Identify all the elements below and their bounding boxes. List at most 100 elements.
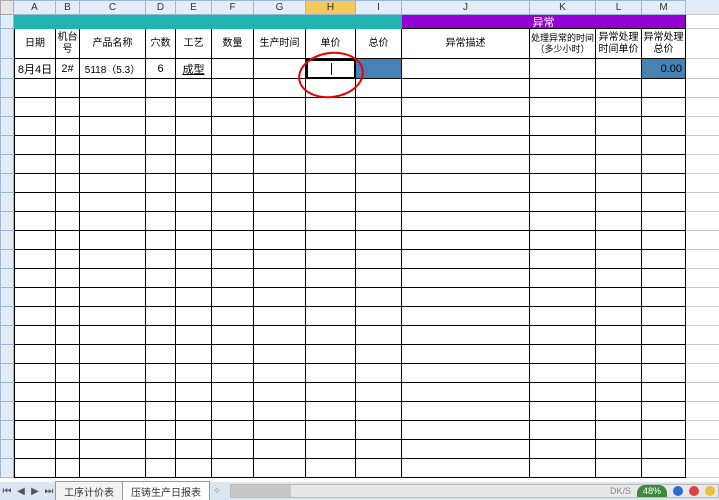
empty-cell[interactable] [146, 136, 176, 155]
empty-cell[interactable] [254, 459, 306, 478]
empty-cell[interactable] [254, 250, 306, 269]
empty-cell[interactable] [212, 383, 254, 402]
empty-cell[interactable] [254, 307, 306, 326]
empty-cell[interactable] [176, 155, 212, 174]
empty-cell[interactable] [642, 193, 686, 212]
empty-cell[interactable] [56, 288, 80, 307]
empty-cell[interactable] [176, 288, 212, 307]
row-header[interactable] [0, 250, 14, 269]
empty-cell[interactable] [176, 326, 212, 345]
empty-cell[interactable] [306, 193, 356, 212]
empty-cell[interactable] [146, 288, 176, 307]
empty-cell[interactable] [306, 155, 356, 174]
empty-cell[interactable] [80, 98, 146, 117]
empty-cell[interactable] [80, 117, 146, 136]
empty-cell[interactable] [176, 79, 212, 98]
empty-cell[interactable] [306, 174, 356, 193]
empty-cell[interactable] [146, 326, 176, 345]
empty-cell[interactable] [596, 155, 642, 174]
empty-cell[interactable] [176, 231, 212, 250]
empty-cell[interactable] [402, 136, 530, 155]
cell-prodtime[interactable] [254, 59, 306, 79]
empty-cell[interactable] [306, 269, 356, 288]
empty-cell[interactable] [254, 288, 306, 307]
row-header[interactable] [0, 155, 14, 174]
row-header[interactable] [0, 288, 14, 307]
empty-cell[interactable] [530, 269, 596, 288]
empty-cell[interactable] [596, 250, 642, 269]
row-header[interactable] [0, 136, 14, 155]
empty-cell[interactable] [306, 345, 356, 364]
empty-cell[interactable] [402, 421, 530, 440]
empty-cell[interactable] [402, 288, 530, 307]
zoom-level[interactable]: 48% [637, 485, 667, 497]
empty-cell[interactable] [402, 345, 530, 364]
empty-cell[interactable] [642, 269, 686, 288]
empty-cell[interactable] [14, 117, 56, 136]
empty-cell[interactable] [596, 269, 642, 288]
empty-cell[interactable] [356, 459, 402, 478]
empty-cell[interactable] [642, 117, 686, 136]
empty-cell[interactable] [596, 345, 642, 364]
empty-cell[interactable] [596, 79, 642, 98]
empty-cell[interactable] [530, 155, 596, 174]
row-header[interactable] [0, 345, 14, 364]
header-process[interactable]: 工艺 [176, 29, 212, 59]
empty-cell[interactable] [146, 383, 176, 402]
empty-cell[interactable] [596, 459, 642, 478]
empty-cell[interactable] [306, 79, 356, 98]
empty-cell[interactable] [56, 174, 80, 193]
empty-cell[interactable] [80, 440, 146, 459]
header-total[interactable]: 总价 [356, 29, 402, 59]
empty-cell[interactable] [146, 307, 176, 326]
empty-cell[interactable] [146, 231, 176, 250]
row-header[interactable] [0, 307, 14, 326]
empty-cell[interactable] [356, 421, 402, 440]
empty-cell[interactable] [80, 383, 146, 402]
empty-cell[interactable] [402, 364, 530, 383]
empty-cell[interactable] [306, 117, 356, 136]
cell-qty[interactable] [212, 59, 254, 79]
empty-cell[interactable] [596, 402, 642, 421]
cell-process[interactable]: 成型 [176, 59, 212, 79]
row-header[interactable] [0, 364, 14, 383]
empty-cell[interactable] [56, 307, 80, 326]
header-product[interactable]: 产品名称 [80, 29, 146, 59]
empty-cell[interactable] [596, 288, 642, 307]
cell-exc-total[interactable]: 0.00 [642, 59, 686, 79]
row-header[interactable] [0, 98, 14, 117]
empty-cell[interactable] [146, 364, 176, 383]
empty-cell[interactable] [176, 440, 212, 459]
empty-cell[interactable] [402, 269, 530, 288]
col-header-B[interactable]: B [56, 0, 80, 15]
empty-cell[interactable] [530, 402, 596, 421]
col-header-M[interactable]: M [642, 0, 686, 15]
empty-cell[interactable] [14, 288, 56, 307]
empty-cell[interactable] [642, 402, 686, 421]
header-exc-time[interactable]: 处理异常的时间（多少小时） [530, 29, 596, 59]
empty-cell[interactable] [176, 421, 212, 440]
tab-nav-next-icon[interactable]: ▶ [28, 483, 42, 499]
empty-cell[interactable] [642, 155, 686, 174]
empty-cell[interactable] [402, 307, 530, 326]
empty-cell[interactable] [254, 402, 306, 421]
empty-cell[interactable] [642, 383, 686, 402]
empty-cell[interactable] [212, 402, 254, 421]
empty-cell[interactable] [80, 193, 146, 212]
empty-cell[interactable] [402, 440, 530, 459]
header-exc-unit[interactable]: 异常处理时间单价 [596, 29, 642, 59]
empty-cell[interactable] [642, 459, 686, 478]
empty-cell[interactable] [56, 345, 80, 364]
col-header-A[interactable]: A [14, 0, 56, 15]
empty-cell[interactable] [212, 231, 254, 250]
empty-cell[interactable] [530, 383, 596, 402]
empty-cell[interactable] [306, 98, 356, 117]
row-header[interactable] [0, 402, 14, 421]
empty-cell[interactable] [306, 402, 356, 421]
empty-cell[interactable] [176, 383, 212, 402]
empty-cell[interactable] [212, 269, 254, 288]
empty-cell[interactable] [306, 383, 356, 402]
header-date[interactable]: 日期 [14, 29, 56, 59]
empty-cell[interactable] [56, 402, 80, 421]
empty-cell[interactable] [356, 345, 402, 364]
